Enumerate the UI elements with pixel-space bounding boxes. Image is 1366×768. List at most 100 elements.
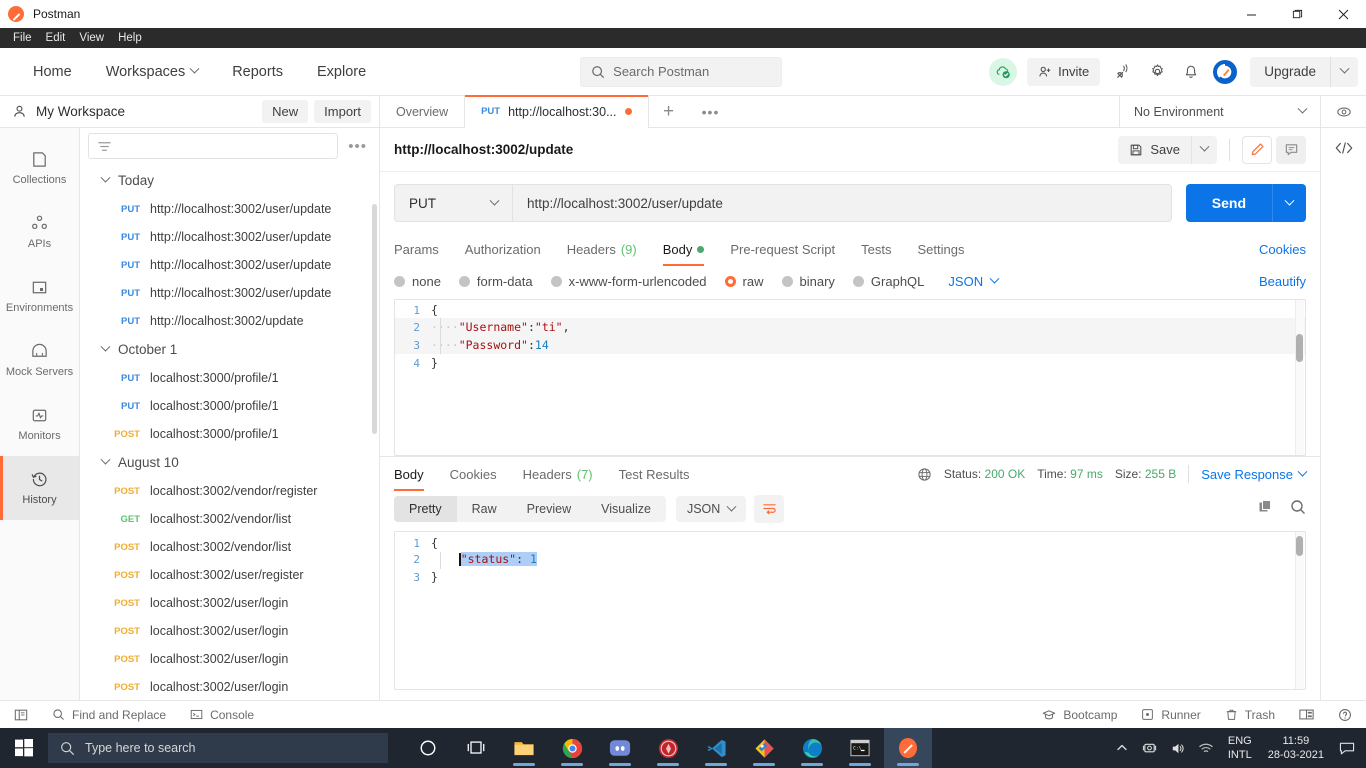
sidebar-item-environments[interactable]: Environments [0, 264, 79, 328]
beautify-button[interactable]: Beautify [1259, 274, 1306, 289]
import-button[interactable]: Import [314, 100, 371, 123]
photoshop-diamond-icon[interactable] [740, 728, 788, 768]
body-type-binary[interactable]: binary [781, 274, 835, 289]
layout-toggle-button[interactable] [10, 708, 40, 722]
new-button[interactable]: New [262, 100, 309, 123]
tab-authorization[interactable]: Authorization [452, 232, 554, 266]
history-item[interactable]: POST localhost:3000/profile/1 [80, 420, 379, 448]
edit-button[interactable] [1242, 135, 1272, 164]
sidebar-item-mock-servers[interactable]: Mock Servers [0, 328, 79, 392]
nav-explore[interactable]: Explore [300, 64, 383, 80]
body-type-raw[interactable]: raw [724, 274, 764, 289]
cortana-circle-icon[interactable] [404, 728, 452, 768]
discord-icon[interactable] [596, 728, 644, 768]
taskbar-search-input[interactable]: Type here to search [48, 733, 388, 763]
copy-button[interactable] [1258, 499, 1274, 520]
tab-pre-request-script[interactable]: Pre-request Script [717, 232, 848, 266]
sidebar-item-apis[interactable]: APIs [0, 200, 79, 264]
tab-more-icon[interactable]: ••• [689, 96, 733, 128]
action-center-icon[interactable] [1332, 728, 1362, 768]
body-type-urlencoded[interactable]: x-www-form-urlencoded [550, 274, 707, 289]
body-type-form-data[interactable]: form-data [458, 274, 533, 289]
request-body-editor[interactable]: 1 { 2 ····"Username":"ti", 3 ····"Passwo… [394, 299, 1306, 456]
history-item[interactable]: POST localhost:3002/user/login [80, 617, 379, 645]
response-body-editor[interactable]: 1 { 2 "status": 1 3 } [394, 531, 1306, 690]
maximize-icon[interactable] [1274, 0, 1320, 28]
history-item[interactable]: GET localhost:3002/vendor/list [80, 505, 379, 533]
history-item[interactable]: PUT localhost:3000/profile/1 [80, 392, 379, 420]
history-item[interactable]: POST localhost:3002/user/login [80, 645, 379, 673]
view-mode-raw[interactable]: Raw [457, 496, 512, 522]
body-type-graphql[interactable]: GraphQL [852, 274, 924, 289]
vscode-icon[interactable] [692, 728, 740, 768]
editor-scrollbar[interactable] [1296, 536, 1303, 556]
chrome-icon[interactable] [548, 728, 596, 768]
history-group-october-1[interactable]: October 1 [80, 335, 379, 364]
response-tab-body[interactable]: Body [394, 457, 437, 491]
comment-button[interactable] [1276, 135, 1306, 164]
editor-scrollbar[interactable] [1296, 334, 1303, 362]
menu-help[interactable]: Help [111, 28, 149, 48]
sidebar-item-monitors[interactable]: Monitors [0, 392, 79, 456]
gear-icon[interactable] [1140, 55, 1174, 89]
file-explorer-icon[interactable] [500, 728, 548, 768]
response-tab-cookies[interactable]: Cookies [437, 457, 510, 491]
view-mode-pretty[interactable]: Pretty [394, 496, 457, 522]
tab-overview[interactable]: Overview [380, 95, 466, 128]
tab-params[interactable]: Params [394, 232, 452, 266]
history-item[interactable]: POST localhost:3002/user/register [80, 561, 379, 589]
help-button[interactable] [1326, 708, 1356, 722]
body-format-selector[interactable]: JSON [948, 273, 1000, 289]
history-item[interactable]: POST localhost:3002/vendor/register [80, 477, 379, 505]
history-item[interactable]: POST localhost:3002/user/login [80, 673, 379, 700]
upgrade-button[interactable]: Upgrade [1250, 56, 1330, 87]
edge-icon[interactable] [788, 728, 836, 768]
language-indicator[interactable]: ENG INTL [1220, 734, 1260, 762]
send-button[interactable]: Send [1185, 184, 1272, 222]
cloud-sync-ok-icon[interactable] [989, 57, 1018, 86]
taskbar-clock[interactable]: 11:59 28-03-2021 [1260, 734, 1332, 762]
sidebar-scrollbar[interactable] [372, 204, 377, 434]
history-item[interactable]: PUT http://localhost:3002/user/update [80, 195, 379, 223]
tab-headers[interactable]: Headers (9) [554, 232, 650, 266]
menu-file[interactable]: File [6, 28, 39, 48]
trash-button[interactable]: Trash [1213, 708, 1287, 722]
new-tab-icon[interactable]: + [649, 96, 689, 128]
tab-request-put[interactable]: PUT http://localhost:30... [465, 94, 649, 128]
eye-icon[interactable] [1320, 95, 1366, 128]
terminal-icon[interactable]: C:\ [836, 728, 884, 768]
user-avatar-icon[interactable] [1208, 55, 1242, 89]
history-item[interactable]: PUT http://localhost:3002/user/update [80, 251, 379, 279]
runner-button[interactable]: Runner [1129, 708, 1212, 722]
task-view-icon[interactable] [452, 728, 500, 768]
tab-tests[interactable]: Tests [848, 232, 904, 266]
response-search-button[interactable] [1290, 499, 1306, 520]
wrap-lines-button[interactable] [754, 495, 785, 523]
history-filter-input[interactable] [88, 133, 339, 159]
console-button[interactable]: Console [178, 708, 266, 722]
sidebar-item-collections[interactable]: Collections [0, 136, 79, 200]
find-replace-button[interactable]: Find and Replace [40, 708, 178, 722]
workspace-selector[interactable]: My Workspace New Import [0, 95, 380, 128]
satellite-antenna-icon[interactable] [1106, 55, 1140, 89]
wifi-icon[interactable] [1192, 728, 1220, 768]
environment-selector[interactable]: No Environment [1120, 103, 1320, 119]
view-mode-visualize[interactable]: Visualize [586, 496, 666, 522]
tab-body[interactable]: Body [650, 232, 718, 266]
send-caret-button[interactable] [1272, 184, 1306, 222]
history-item[interactable]: PUT http://localhost:3002/user/update [80, 223, 379, 251]
save-button[interactable]: Save [1118, 135, 1191, 164]
more-options-icon[interactable]: ••• [344, 138, 371, 155]
url-input[interactable]: http://localhost:3002/user/update [512, 184, 1172, 222]
tab-settings[interactable]: Settings [904, 232, 977, 266]
postman-icon[interactable] [884, 728, 932, 768]
view-mode-preview[interactable]: Preview [512, 496, 586, 522]
screen-cast-icon[interactable] [1136, 728, 1164, 768]
history-item[interactable]: POST localhost:3002/user/login [80, 589, 379, 617]
save-caret-button[interactable] [1191, 135, 1217, 164]
history-group-today[interactable]: Today [80, 166, 379, 195]
history-item[interactable]: PUT http://localhost:3002/user/update [80, 279, 379, 307]
windows-start-icon[interactable] [0, 728, 48, 768]
bell-icon[interactable] [1174, 55, 1208, 89]
save-response-button[interactable]: Save Response [1201, 466, 1308, 482]
